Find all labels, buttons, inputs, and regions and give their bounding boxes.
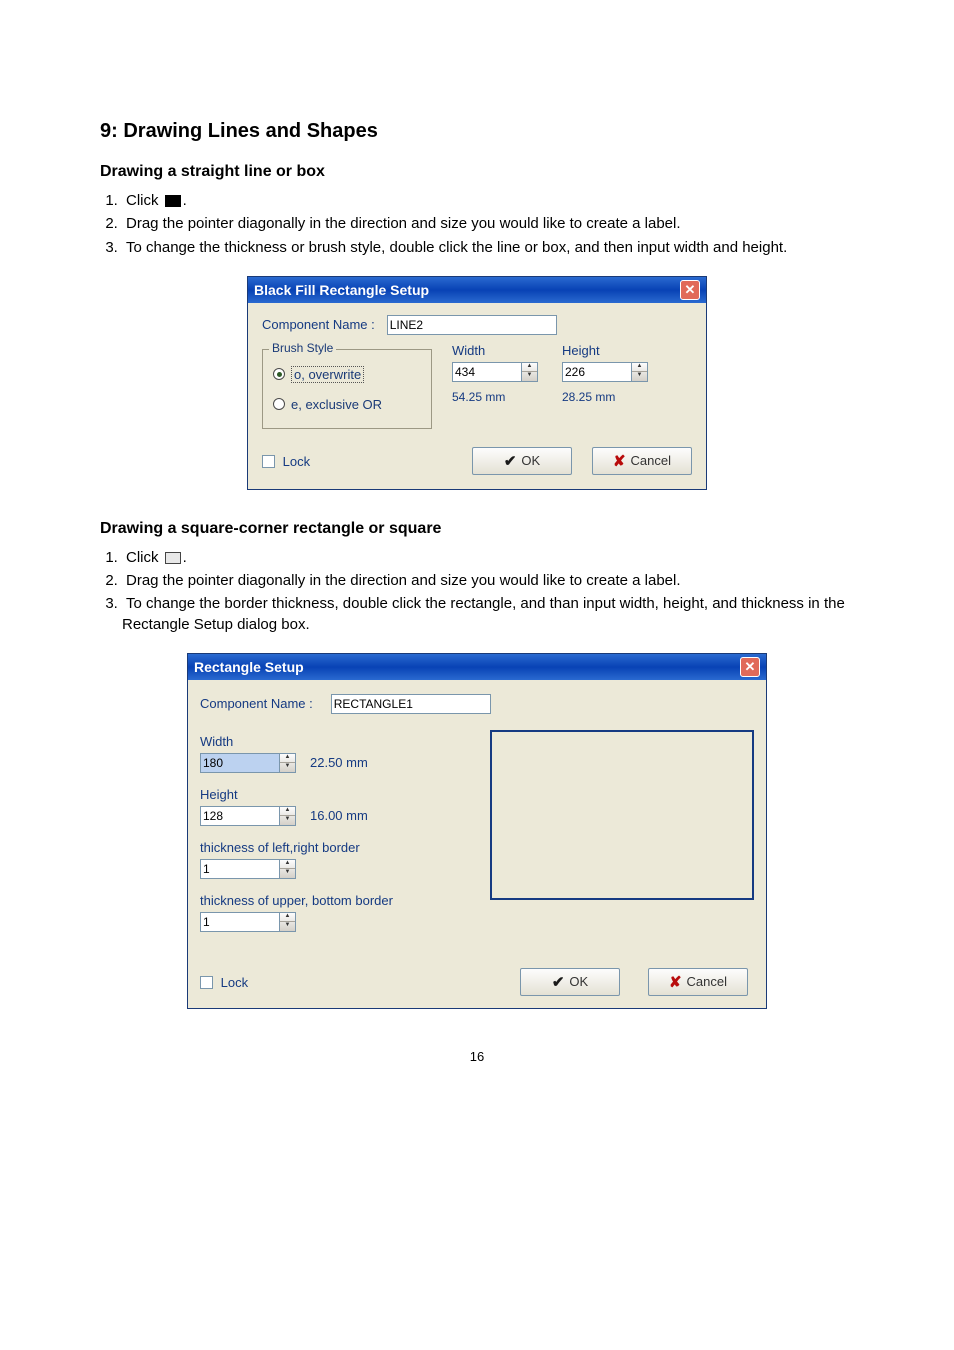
radio-xor[interactable]: e, exclusive OR [273, 397, 421, 412]
height-input[interactable] [200, 806, 280, 826]
x-icon: ✘ [613, 452, 626, 470]
black-fill-rectangle-setup-dialog: Black Fill Rectangle Setup ✕ Component N… [247, 276, 707, 490]
radio-overwrite[interactable]: o, overwrite [273, 366, 421, 383]
close-icon[interactable]: ✕ [680, 280, 700, 300]
width-input[interactable] [452, 362, 522, 382]
thickness-lr-label: thickness of left,right border [200, 840, 460, 855]
step-1-3: To change the thickness or brush style, … [122, 238, 854, 258]
width-spinner[interactable]: ▲▼ [280, 753, 296, 773]
height-spinner[interactable]: ▲▼ [280, 806, 296, 826]
dialog2-title: Rectangle Setup [194, 659, 304, 675]
checkbox-icon [200, 976, 213, 989]
thickness-ub-label: thickness of upper, bottom border [200, 893, 460, 908]
component-name-input[interactable] [331, 694, 491, 714]
width-mm: 54.25 mm [452, 390, 538, 404]
dialog1-title: Black Fill Rectangle Setup [254, 282, 429, 298]
component-name-label: Component Name : [200, 696, 313, 711]
step-1-2: Drag the pointer diagonally in the direc… [122, 214, 854, 234]
subsection-2-title: Drawing a square-corner rectangle or squ… [100, 520, 854, 538]
height-label: Height [200, 787, 460, 802]
width-mm: 22.50 mm [310, 755, 368, 770]
fill-rect-tool-icon [165, 195, 181, 207]
lock-checkbox[interactable]: Lock [262, 453, 310, 469]
section-title: 9: Drawing Lines and Shapes [100, 120, 854, 143]
steps-list-1: Click . Drag the pointer diagonally in t… [100, 191, 854, 258]
step-2-3: To change the border thickness, double c… [122, 594, 854, 635]
x-icon: ✘ [669, 973, 682, 991]
rectangle-tool-icon [165, 552, 181, 564]
component-name-label: Component Name : [262, 317, 375, 332]
height-spinner[interactable]: ▲▼ [632, 362, 648, 382]
brush-style-group: Brush Style o, overwrite e, exclusive OR [262, 349, 432, 429]
step-1-1: Click . [122, 191, 854, 211]
step-2-1: Click . [122, 548, 854, 568]
steps-list-2: Click . Drag the pointer diagonally in t… [100, 548, 854, 635]
step-2-2: Drag the pointer diagonally in the direc… [122, 571, 854, 591]
brush-style-legend: Brush Style [269, 341, 336, 355]
thickness-lr-input[interactable] [200, 859, 280, 879]
check-icon: ✔ [504, 452, 517, 470]
height-mm: 16.00 mm [310, 808, 368, 823]
subsection-1-title: Drawing a straight line or box [100, 163, 854, 181]
cancel-button[interactable]: ✘ Cancel [648, 968, 748, 996]
checkbox-icon [262, 455, 275, 468]
lock-checkbox[interactable]: Lock [200, 974, 248, 990]
width-label: Width [452, 343, 538, 358]
width-label: Width [200, 734, 460, 749]
radio-icon [273, 398, 285, 410]
rectangle-setup-dialog: Rectangle Setup ✕ Component Name : Width… [187, 653, 767, 1009]
height-label: Height [562, 343, 648, 358]
height-input[interactable] [562, 362, 632, 382]
check-icon: ✔ [552, 973, 565, 991]
width-spinner[interactable]: ▲▼ [522, 362, 538, 382]
radio-icon [273, 368, 285, 380]
thickness-ub-spinner[interactable]: ▲▼ [280, 912, 296, 932]
thickness-ub-input[interactable] [200, 912, 280, 932]
thickness-lr-spinner[interactable]: ▲▼ [280, 859, 296, 879]
dialog1-titlebar[interactable]: Black Fill Rectangle Setup ✕ [248, 277, 706, 303]
close-icon[interactable]: ✕ [740, 657, 760, 677]
component-name-input[interactable] [387, 315, 557, 335]
dialog2-titlebar[interactable]: Rectangle Setup ✕ [188, 654, 766, 680]
width-input[interactable] [200, 753, 280, 773]
ok-button[interactable]: ✔ OK [520, 968, 620, 996]
page-number: 16 [100, 1049, 854, 1064]
cancel-button[interactable]: ✘ Cancel [592, 447, 692, 475]
ok-button[interactable]: ✔ OK [472, 447, 572, 475]
height-mm: 28.25 mm [562, 390, 648, 404]
rectangle-preview [490, 730, 754, 900]
